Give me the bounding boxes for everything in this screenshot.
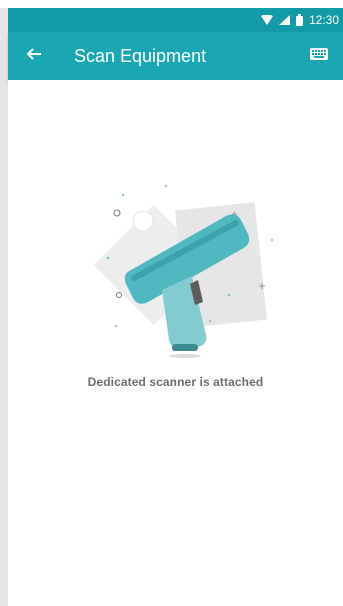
keyboard-button[interactable]	[301, 38, 337, 74]
left-edge	[0, 8, 8, 606]
keyboard-icon	[310, 47, 328, 65]
main-content: Dedicated scanner is attached	[8, 80, 343, 606]
arrow-left-icon	[26, 46, 42, 67]
back-button[interactable]	[14, 32, 54, 80]
status-message: Dedicated scanner is attached	[87, 375, 264, 389]
top-margin	[0, 0, 343, 8]
app-bar: Scan Equipment	[8, 32, 343, 80]
status-bar: 12:30	[8, 8, 343, 32]
wifi-icon	[260, 15, 273, 25]
status-time: 12:30	[308, 13, 339, 27]
signal-icon	[278, 15, 290, 25]
battery-icon	[295, 14, 303, 26]
page-title: Scan Equipment	[74, 45, 207, 66]
barcode-scanner-icon	[86, 178, 286, 368]
